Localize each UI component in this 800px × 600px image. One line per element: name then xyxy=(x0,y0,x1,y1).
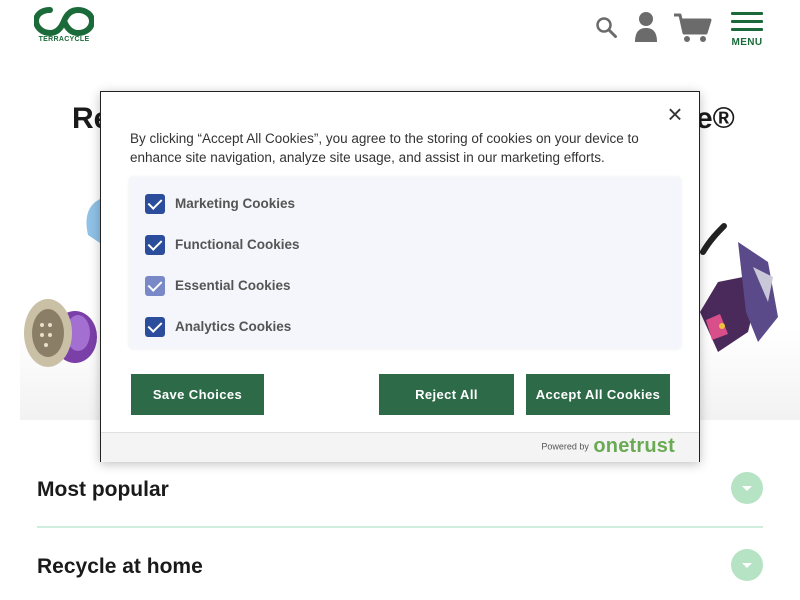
cookie-consent-dialog: × By clicking “Accept All Cookies”, you … xyxy=(100,91,700,462)
checkbox-functional[interactable] xyxy=(145,235,165,255)
cookie-option-marketing[interactable]: Marketing Cookies xyxy=(145,194,545,216)
mixed-packaging-image xyxy=(700,223,778,352)
cookie-option-label: Essential Cookies xyxy=(175,278,291,293)
chevron-down-icon[interactable] xyxy=(731,472,763,504)
powered-by-onetrust[interactable]: Powered by onetrust xyxy=(541,435,675,458)
chevron-down-icon[interactable] xyxy=(731,549,763,581)
powered-by-text: Powered by xyxy=(541,441,589,452)
user-account-icon[interactable] xyxy=(633,11,659,43)
cookie-option-functional[interactable]: Functional Cookies xyxy=(145,235,545,257)
hamburger-icon xyxy=(731,12,763,15)
cookie-options-panel: Marketing Cookies Functional Cookies Ess… xyxy=(129,177,681,349)
logo-wordmark: TERRACYCLE xyxy=(38,36,90,43)
checkbox-analytics[interactable] xyxy=(145,317,165,337)
cookie-option-label: Functional Cookies xyxy=(175,237,300,252)
reject-all-button[interactable]: Reject All xyxy=(379,374,514,415)
cookie-description: By clicking “Accept All Cookies”, you ag… xyxy=(130,131,639,165)
accordion-most-popular[interactable]: Most popular xyxy=(37,472,763,538)
accordion-title: Most popular xyxy=(37,478,169,501)
section-divider xyxy=(37,526,763,528)
terracycle-logo[interactable]: TERRACYCLE xyxy=(32,6,96,46)
dialog-footer: Powered by onetrust xyxy=(101,432,699,462)
menu-label: MENU xyxy=(731,37,763,48)
accept-all-cookies-button[interactable]: Accept All Cookies xyxy=(526,374,670,415)
hero-title-end: e® xyxy=(696,102,735,135)
onetrust-logo: onetrust xyxy=(593,435,675,457)
search-icon[interactable] xyxy=(594,15,618,39)
menu-button[interactable]: MENU xyxy=(730,12,764,48)
cookie-option-essential: Essential Cookies xyxy=(145,276,545,298)
cookie-option-analytics[interactable]: Analytics Cookies xyxy=(145,317,545,339)
close-icon[interactable]: × xyxy=(665,101,685,127)
checkbox-marketing[interactable] xyxy=(145,194,165,214)
cookie-option-label: Marketing Cookies xyxy=(175,196,296,211)
site-header: TERRACYCLE MENU xyxy=(0,0,800,56)
cart-icon[interactable] xyxy=(673,12,713,44)
cookie-option-label: Analytics Cookies xyxy=(175,319,292,334)
coffee-capsule-image xyxy=(24,299,97,367)
face-mask-image xyxy=(86,199,100,243)
accordion-recycle-at-home[interactable]: Recycle at home xyxy=(37,549,763,600)
accordion-title: Recycle at home xyxy=(37,555,203,578)
infinity-logo-icon xyxy=(32,6,96,37)
checkbox-essential xyxy=(145,276,165,296)
save-choices-button[interactable]: Save Choices xyxy=(131,374,264,415)
